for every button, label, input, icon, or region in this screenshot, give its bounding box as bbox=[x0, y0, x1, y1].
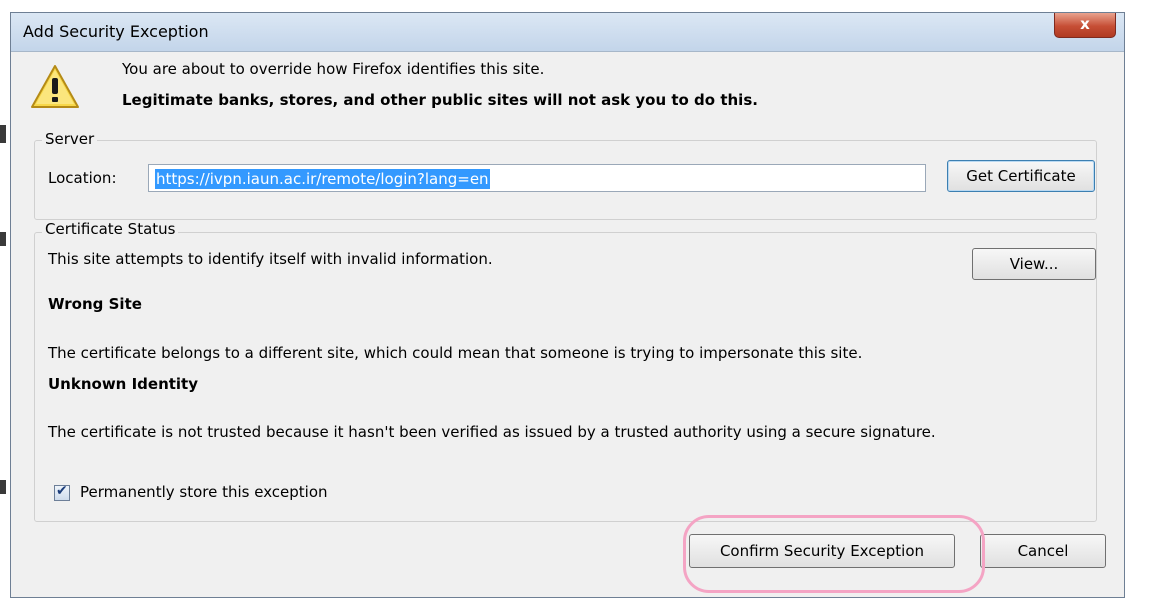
certificate-status-label: Certificate Status bbox=[42, 220, 179, 238]
checkbox-checked-icon: ✔ bbox=[56, 483, 68, 499]
location-input[interactable]: https://ivpn.iaun.ac.ir/remote/login?lan… bbox=[148, 164, 926, 192]
confirm-button-label: Confirm Security Exception bbox=[719, 542, 925, 560]
background-artifact bbox=[0, 232, 6, 246]
view-button-label: View... bbox=[1009, 255, 1059, 273]
background-artifact bbox=[0, 480, 6, 494]
unknown-identity-description: The certificate is not trusted because i… bbox=[48, 423, 936, 441]
cancel-button[interactable]: Cancel bbox=[980, 534, 1106, 568]
cancel-button-label: Cancel bbox=[1017, 542, 1069, 560]
get-certificate-button[interactable]: Get Certificate bbox=[947, 160, 1095, 192]
unknown-identity-heading: Unknown Identity bbox=[48, 375, 199, 393]
close-button[interactable]: x bbox=[1054, 13, 1116, 38]
location-label: Location: bbox=[48, 169, 117, 187]
title-bar[interactable]: Add Security Exception x bbox=[11, 13, 1124, 52]
permanent-store-label[interactable]: Permanently store this exception bbox=[80, 483, 328, 501]
wrong-site-heading: Wrong Site bbox=[48, 295, 142, 313]
server-group-label: Server bbox=[42, 130, 98, 148]
location-input-value: https://ivpn.iaun.ac.ir/remote/login?lan… bbox=[155, 169, 490, 189]
confirm-security-exception-button[interactable]: Confirm Security Exception bbox=[689, 534, 955, 568]
warning-message-bold: Legitimate banks, stores, and other publ… bbox=[122, 91, 758, 109]
dialog-title: Add Security Exception bbox=[23, 22, 209, 41]
background-artifact bbox=[0, 125, 6, 143]
view-button[interactable]: View... bbox=[972, 248, 1096, 280]
certificate-status-description: This site attempts to identify itself wi… bbox=[48, 250, 493, 268]
close-icon: x bbox=[1080, 15, 1090, 33]
warning-message: You are about to override how Firefox id… bbox=[122, 60, 545, 78]
wrong-site-description: The certificate belongs to a different s… bbox=[48, 344, 863, 362]
permanent-store-checkbox[interactable]: ✔ bbox=[54, 483, 70, 501]
get-certificate-button-label: Get Certificate bbox=[966, 167, 1076, 185]
warning-icon bbox=[31, 65, 79, 108]
